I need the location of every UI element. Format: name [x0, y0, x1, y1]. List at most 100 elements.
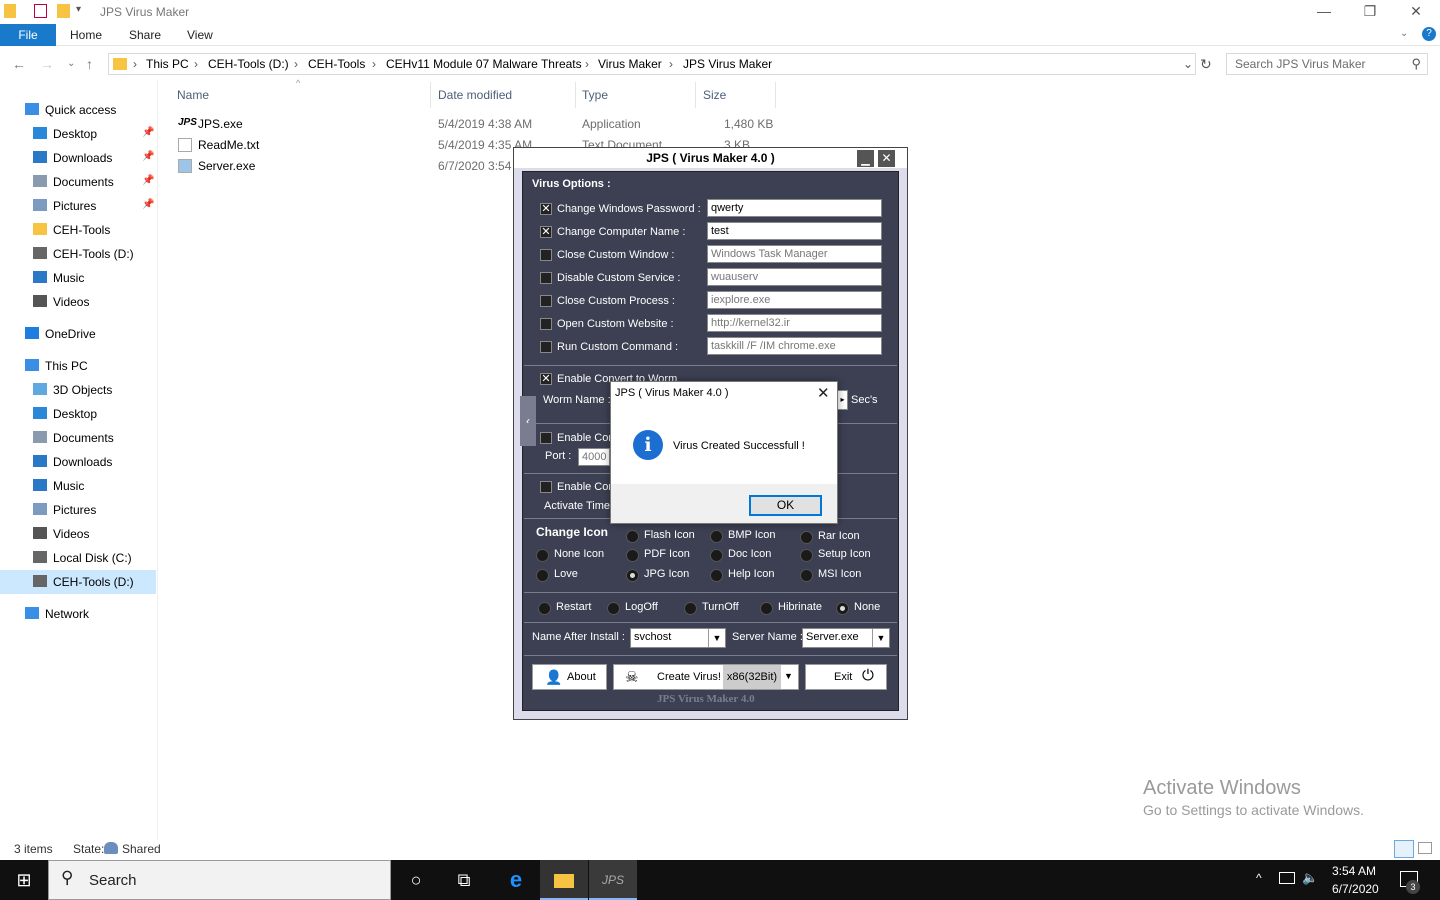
file-row[interactable]: JPS JPS.exe 5/4/2019 4:38 AM Application 1,4…: [178, 115, 778, 135]
cortana-icon[interactable]: ○: [392, 860, 440, 900]
icon-radio[interactable]: [800, 569, 813, 582]
power-radio[interactable]: [607, 602, 620, 615]
option-input[interactable]: wuauserv: [707, 268, 882, 286]
secs-spinner-icon[interactable]: ▸: [837, 390, 848, 410]
icon-radio[interactable]: [800, 531, 813, 544]
icon-radio[interactable]: [626, 569, 639, 582]
clock-date[interactable]: 6/7/2020: [1332, 882, 1379, 896]
tab-file[interactable]: File: [0, 24, 56, 46]
tab-home[interactable]: Home: [70, 28, 102, 42]
breadcrumb-chevron-icon[interactable]: ›: [194, 57, 198, 71]
breadcrumb-chevron-icon[interactable]: ›: [133, 57, 137, 71]
option-checkbox[interactable]: [540, 341, 552, 353]
option-input[interactable]: qwerty: [707, 199, 882, 217]
column-header-type[interactable]: Type: [582, 88, 608, 102]
icon-radio[interactable]: [710, 530, 723, 543]
name-after-install-select[interactable]: svchost ▼: [630, 628, 726, 648]
option-input[interactable]: http://kernel32.ir: [707, 314, 882, 332]
power-radio[interactable]: [836, 602, 849, 615]
breadcrumb-item[interactable]: CEHv11 Module 07 Malware Threats: [386, 57, 582, 71]
nav-item-ceh-tools-d[interactable]: CEH-Tools (D:): [0, 242, 156, 266]
volume-icon[interactable]: 🔈: [1302, 870, 1318, 886]
breadcrumb-item[interactable]: This PC: [146, 57, 189, 71]
option-checkbox[interactable]: ✕: [540, 226, 552, 238]
breadcrumb-item[interactable]: CEH-Tools (D:): [208, 57, 289, 71]
collapse-panel-icon[interactable]: ‹: [520, 396, 536, 446]
column-divider[interactable]: [430, 82, 431, 108]
create-virus-button[interactable]: ☠ Create Virus! x86(32Bit) ▼: [613, 664, 799, 690]
icon-radio[interactable]: [536, 569, 549, 582]
jps-close-icon[interactable]: ✕: [878, 150, 895, 167]
qat-dropdown-icon[interactable]: ▾: [76, 4, 81, 15]
option-input[interactable]: test: [707, 222, 882, 240]
dialog-close-icon[interactable]: ✕: [817, 384, 830, 402]
option-checkbox[interactable]: ✕: [540, 203, 552, 215]
power-radio[interactable]: [684, 602, 697, 615]
dropdown-arrow-icon[interactable]: ▼: [872, 629, 889, 647]
column-divider[interactable]: [695, 82, 696, 108]
clock-time[interactable]: 3:54 AM: [1332, 864, 1376, 878]
search-input[interactable]: Search JPS Virus Maker ⚲: [1226, 53, 1428, 75]
dropdown-arrow-icon[interactable]: ▼: [708, 629, 725, 647]
nav-item-videos[interactable]: Videos: [0, 522, 156, 546]
port-input[interactable]: 4000: [578, 448, 610, 466]
edge-icon[interactable]: e: [492, 860, 540, 900]
timer-checkbox[interactable]: [540, 481, 552, 493]
details-view-icon[interactable]: [1394, 840, 1414, 858]
arch-dropdown-icon[interactable]: ▼: [784, 671, 793, 681]
nav-item-quick-access[interactable]: Quick access: [0, 98, 156, 122]
properties-icon[interactable]: [34, 4, 47, 18]
new-folder-icon[interactable]: [57, 4, 70, 18]
option-input[interactable]: Windows Task Manager: [707, 245, 882, 263]
nav-item-documents[interactable]: Documents 📌: [0, 170, 156, 194]
breadcrumb-item[interactable]: CEH-Tools: [308, 57, 365, 71]
option-input[interactable]: taskkill /F /IM chrome.exe: [707, 337, 882, 355]
column-divider[interactable]: [775, 82, 776, 108]
icon-radio[interactable]: [626, 549, 639, 562]
column-header-date[interactable]: Date modified: [438, 88, 512, 102]
expand-ribbon-icon[interactable]: ⌄: [1400, 28, 1408, 39]
breadcrumb-chevron-icon[interactable]: ›: [585, 57, 589, 71]
up-arrow-icon[interactable]: ↑: [86, 56, 93, 72]
power-radio[interactable]: [760, 602, 773, 615]
forward-arrow-icon[interactable]: →: [40, 56, 54, 72]
worm-checkbox[interactable]: ✕: [540, 373, 552, 385]
nav-item-desktop[interactable]: Desktop 📌: [0, 122, 156, 146]
icon-radio[interactable]: [536, 549, 549, 562]
column-header-name[interactable]: Name: [177, 88, 209, 102]
connection-checkbox[interactable]: [540, 432, 552, 444]
large-icons-view-icon[interactable]: [1418, 842, 1432, 854]
nav-item-local-disk-c[interactable]: Local Disk (C:): [0, 546, 156, 570]
back-arrow-icon[interactable]: ←: [12, 56, 26, 72]
icon-radio[interactable]: [710, 549, 723, 562]
nav-item-pictures[interactable]: Pictures: [0, 498, 156, 522]
tab-share[interactable]: Share: [129, 28, 161, 42]
option-checkbox[interactable]: [540, 249, 552, 261]
jps-minimize-icon[interactable]: ▁: [857, 150, 874, 167]
nav-item-ceh-tools[interactable]: CEH-Tools: [0, 218, 156, 242]
arch-value[interactable]: x86(32Bit): [723, 665, 781, 689]
nav-item-this-pc[interactable]: This PC: [0, 354, 156, 378]
nav-item-network[interactable]: Network: [0, 602, 156, 626]
breadcrumb-item[interactable]: Virus Maker: [598, 57, 662, 71]
nav-item-desktop[interactable]: Desktop: [0, 402, 156, 426]
address-bar[interactable]: › This PC › CEH-Tools (D:) › CEH-Tools ›…: [108, 53, 1196, 75]
minimize-button[interactable]: —: [1301, 0, 1347, 24]
close-button[interactable]: ✕: [1393, 0, 1439, 24]
server-name-select[interactable]: Server.exe ▼: [802, 628, 890, 648]
address-dropdown-icon[interactable]: ⌄: [1183, 57, 1193, 71]
icon-radio[interactable]: [710, 569, 723, 582]
nav-item-onedrive[interactable]: OneDrive: [0, 322, 156, 346]
icon-radio[interactable]: [626, 530, 639, 543]
breadcrumb-chevron-icon[interactable]: ›: [669, 57, 673, 71]
start-windows-icon[interactable]: ⊞: [0, 860, 48, 900]
nav-item-videos[interactable]: Videos: [0, 290, 156, 314]
network-status-icon[interactable]: [1279, 872, 1295, 884]
column-header-size[interactable]: Size: [703, 88, 726, 102]
nav-item-music[interactable]: Music: [0, 266, 156, 290]
breadcrumb-chevron-icon[interactable]: ›: [294, 57, 298, 71]
nav-item-downloads[interactable]: Downloads 📌: [0, 146, 156, 170]
nav-item-downloads[interactable]: Downloads: [0, 450, 156, 474]
power-radio[interactable]: [538, 602, 551, 615]
option-checkbox[interactable]: [540, 318, 552, 330]
